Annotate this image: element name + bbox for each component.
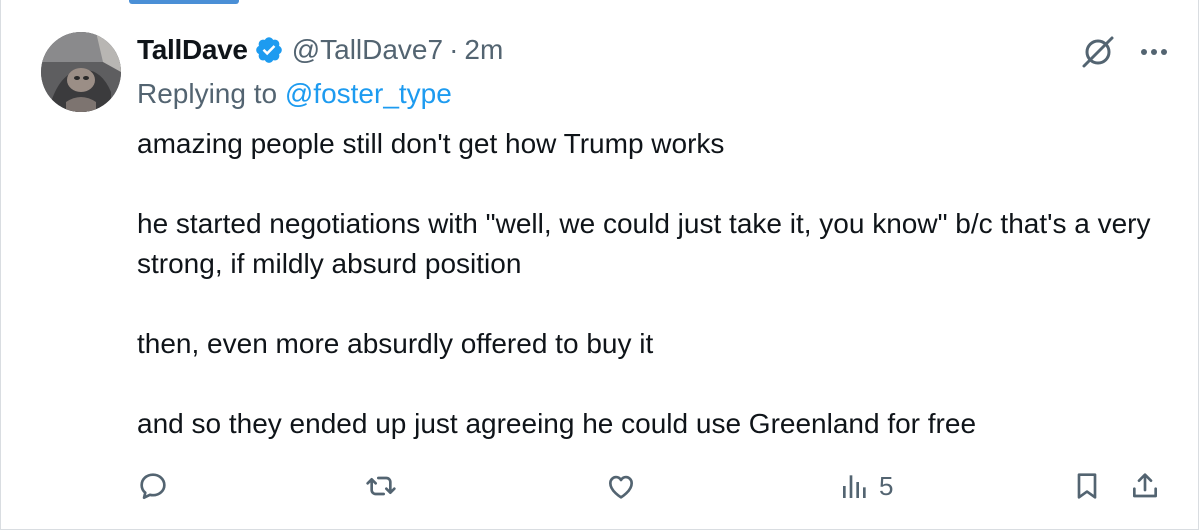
separator-dot: · <box>449 34 459 65</box>
like-button[interactable] <box>605 462 637 510</box>
tweet-top-actions <box>1078 32 1172 72</box>
share-button[interactable] <box>1129 462 1161 510</box>
like-icon <box>609 475 633 499</box>
more-options-icon[interactable] <box>1136 34 1172 70</box>
views-count: 5 <box>879 470 894 501</box>
replying-to-mention[interactable]: @foster_type <box>285 78 452 109</box>
verified-badge-icon <box>255 37 282 63</box>
grok-icon[interactable] <box>1078 32 1118 72</box>
tweet-paragraph: he started negotiations with "well, we c… <box>137 208 1151 279</box>
views-button[interactable]: 5 <box>839 462 893 510</box>
bookmark-button[interactable] <box>1071 462 1103 510</box>
tweet-paragraph: amazing people still don't get how Trump… <box>137 128 725 159</box>
tweet-paragraph: and so they ended up just agreeing he co… <box>137 408 977 439</box>
tweet-header: TallDave @TallDave7 · 2m <box>137 30 503 70</box>
tweet-paragraph: then, even more absurdly offered to buy … <box>137 328 654 359</box>
thread-accent-bar <box>129 0 239 4</box>
handle[interactable]: @TallDave7 <box>292 34 443 66</box>
tweet-text: amazing people still don't get how Trump… <box>137 124 1157 444</box>
retweet-button[interactable] <box>365 462 397 510</box>
replying-to-line: Replying to @foster_type <box>137 78 452 110</box>
views-icon <box>843 475 866 498</box>
replying-prefix: Replying to <box>137 78 278 109</box>
avatar[interactable] <box>41 32 121 112</box>
retweet-icon <box>366 476 396 496</box>
tweet-action-bar: 5 <box>137 462 1167 510</box>
share-icon <box>1133 473 1157 498</box>
reply-button[interactable] <box>137 462 169 510</box>
timestamp[interactable]: 2m <box>464 34 503 66</box>
bookmark-icon <box>1077 473 1097 499</box>
display-name[interactable]: TallDave <box>137 34 248 66</box>
tweet-card[interactable]: TallDave @TallDave7 · 2m Replying to @fo… <box>0 0 1199 530</box>
reply-icon <box>140 473 166 500</box>
